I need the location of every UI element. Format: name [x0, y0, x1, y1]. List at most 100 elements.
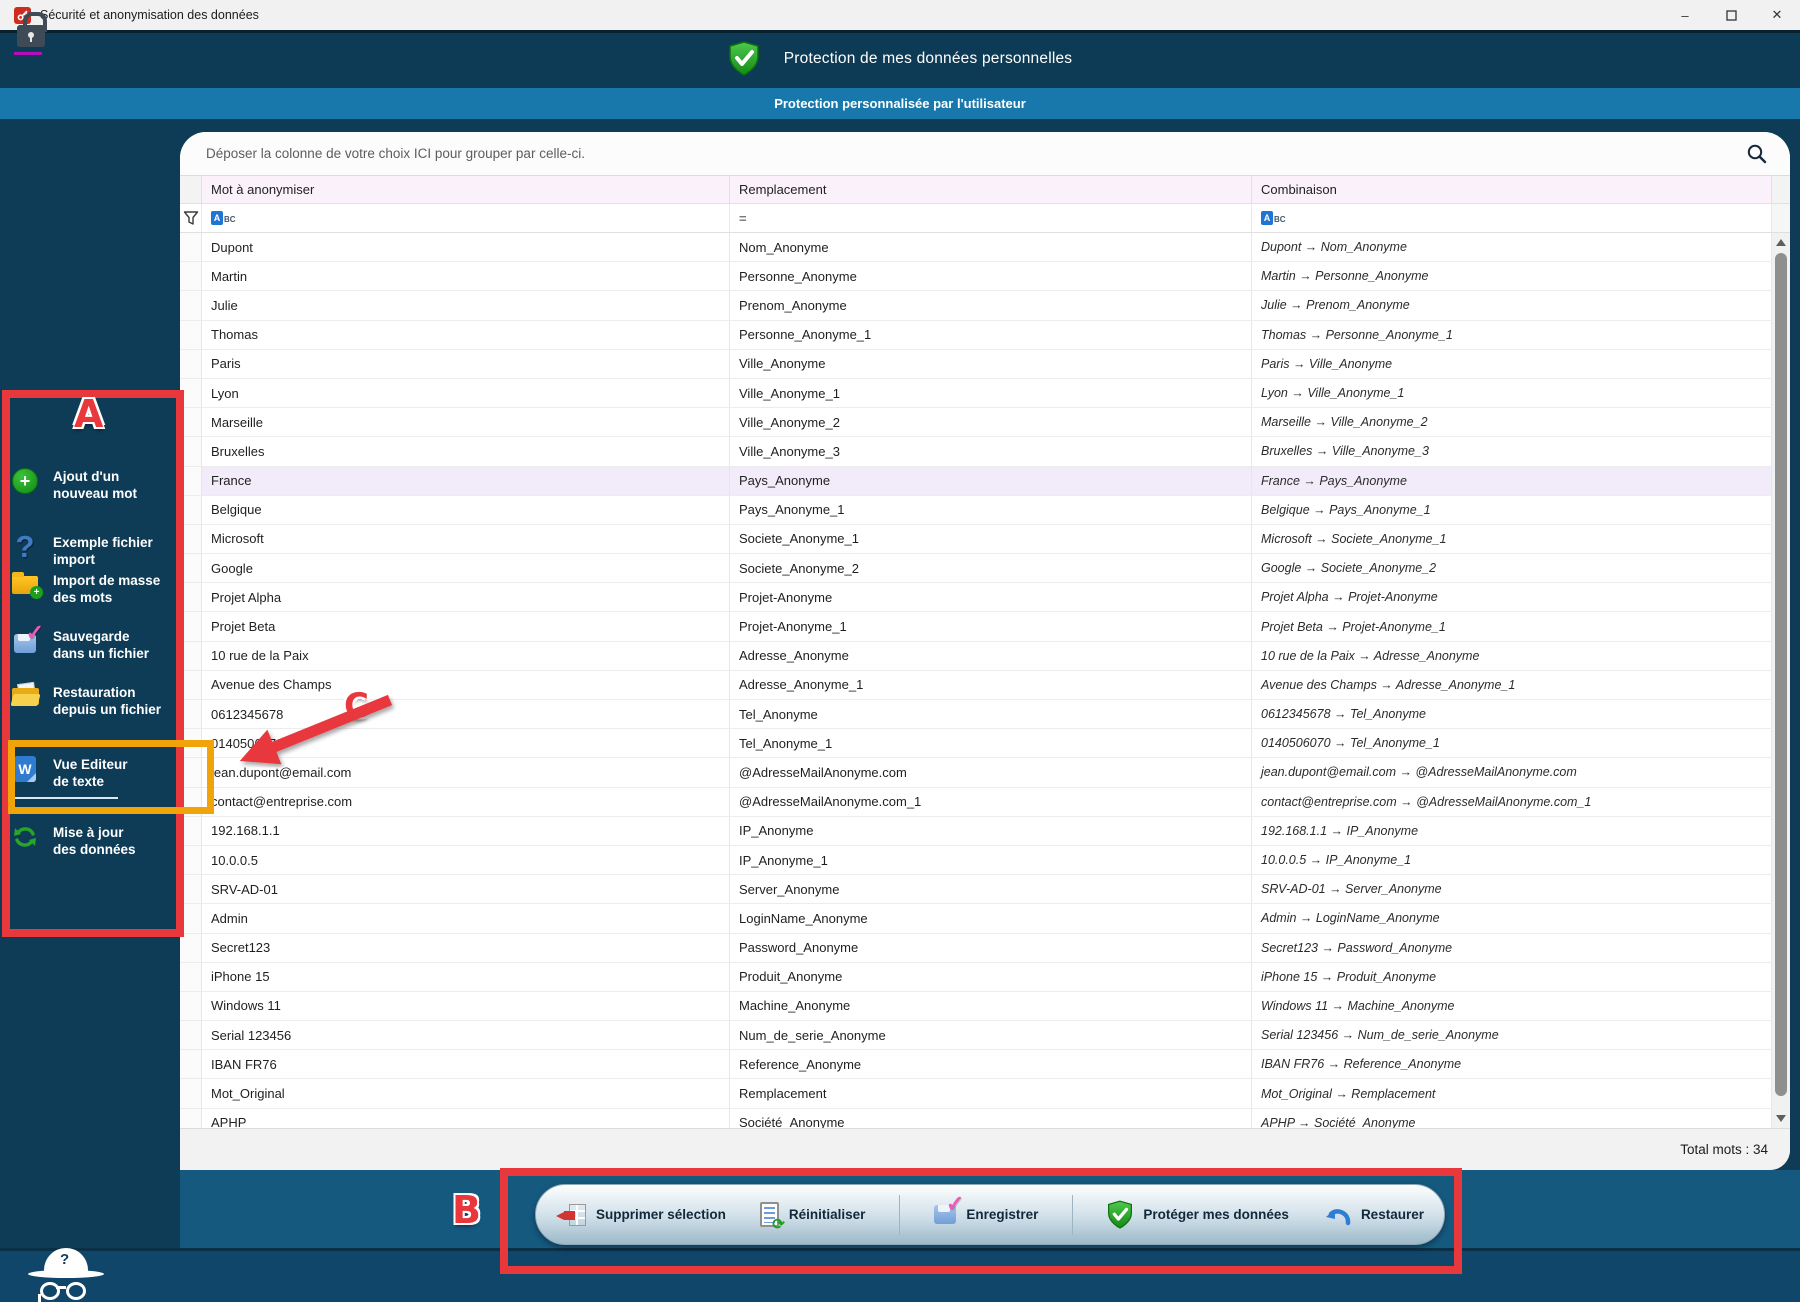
cell-combination[interactable]: Martin → Personne_Anonyme	[1252, 262, 1772, 291]
cell-replacement[interactable]: Remplacement	[730, 1079, 1252, 1108]
cell-word[interactable]: Bruxelles	[202, 437, 730, 466]
cell-replacement[interactable]: Personne_Anonyme_1	[730, 320, 1252, 349]
table-row[interactable]: Martin Personne_Anonyme Martin → Personn…	[180, 262, 1772, 292]
sidebar-item-restauration[interactable]: Restauration depuis un fichier	[10, 681, 178, 718]
table-row[interactable]: Julie Prenom_Anonyme Julie → Prenom_Anon…	[180, 291, 1772, 321]
cell-word[interactable]: Serial 123456	[202, 1021, 730, 1050]
cell-replacement[interactable]: Societe_Anonyme_2	[730, 554, 1252, 583]
cell-word[interactable]: Dupont	[202, 233, 730, 262]
table-row[interactable]: 10 rue de la Paix Adresse_Anonyme 10 rue…	[180, 641, 1772, 671]
delete-selection-button[interactable]: Supprimer sélection	[556, 1203, 726, 1226]
cell-combination[interactable]: IBAN FR76 → Reference_Anonyme	[1252, 1050, 1772, 1079]
table-row[interactable]: Microsoft Societe_Anonyme_1 Microsoft → …	[180, 524, 1772, 555]
scrollbar-thumb[interactable]	[1775, 253, 1787, 1096]
table-row[interactable]: jean.dupont@email.com @AdresseMailAnonym…	[180, 758, 1772, 788]
cell-combination[interactable]: Thomas → Personne_Anonyme_1	[1252, 320, 1772, 349]
cell-replacement[interactable]: @AdresseMailAnonyme.com	[730, 758, 1252, 787]
table-row[interactable]: Windows 11 Machine_Anonyme Windows 11 → …	[180, 991, 1772, 1022]
save-button[interactable]: ✓ Enregistrer	[934, 1191, 1038, 1224]
table-row[interactable]: Thomas Personne_Anonyme_1 Thomas → Perso…	[180, 320, 1772, 350]
cell-word[interactable]: Paris	[202, 349, 730, 378]
cell-combination[interactable]: 10 rue de la Paix → Adresse_Anonyme	[1252, 641, 1772, 670]
cell-word[interactable]: France	[202, 466, 730, 495]
table-row[interactable]: Projet Alpha Projet-Anonyme Projet Alpha…	[180, 583, 1772, 613]
reset-button[interactable]: ⟳ Réinitialiser	[759, 1202, 865, 1232]
sidebar-item-vue-editeur[interactable]: W Vue Editeur de texte	[10, 756, 178, 790]
cell-combination[interactable]: jean.dupont@email.com → @AdresseMailAnon…	[1252, 758, 1772, 787]
cell-combination[interactable]: Bruxelles → Ville_Anonyme_3	[1252, 437, 1772, 466]
cell-combination[interactable]: Google → Societe_Anonyme_2	[1252, 554, 1772, 583]
cell-replacement[interactable]: Ville_Anonyme	[730, 349, 1252, 378]
cell-combination[interactable]: France → Pays_Anonyme	[1252, 466, 1772, 495]
cell-replacement[interactable]: Password_Anonyme	[730, 933, 1252, 962]
table-row[interactable]: IBAN FR76 Reference_Anonyme IBAN FR76 → …	[180, 1050, 1772, 1080]
column-header-combinaison[interactable]: Combinaison	[1252, 176, 1772, 203]
cell-word[interactable]: Mot_Original	[202, 1079, 730, 1108]
cell-combination[interactable]: 192.168.1.1 → IP_Anonyme	[1252, 816, 1772, 845]
cell-replacement[interactable]: Ville_Anonyme_3	[730, 437, 1252, 466]
cell-replacement[interactable]: Projet-Anonyme	[730, 583, 1252, 612]
cell-combination[interactable]: Julie → Prenom_Anonyme	[1252, 291, 1772, 320]
cell-combination[interactable]: Admin → LoginName_Anonyme	[1252, 904, 1772, 933]
filter-funnel-icon[interactable]	[180, 204, 202, 232]
cell-word[interactable]: Martin	[202, 262, 730, 291]
cell-word[interactable]: iPhone 15	[202, 962, 730, 991]
cell-word[interactable]: 10 rue de la Paix	[202, 641, 730, 670]
table-row[interactable]: 0612345678 Tel_Anonyme 0612345678 → Tel_…	[180, 700, 1772, 730]
cell-combination[interactable]: 0612345678 → Tel_Anonyme	[1252, 700, 1772, 729]
cell-replacement[interactable]: Prenom_Anonyme	[730, 291, 1252, 320]
cell-combination[interactable]: contact@entreprise.com → @AdresseMailAno…	[1252, 787, 1772, 816]
table-row[interactable]: Avenue des Champs Adresse_Anonyme_1 Aven…	[180, 670, 1772, 700]
cell-combination[interactable]: Serial 123456 → Num_de_serie_Anonyme	[1252, 1021, 1772, 1050]
sidebar-item-sauvegarde[interactable]: ✓ Sauvegarde dans un fichier	[10, 620, 178, 662]
cell-combination[interactable]: SRV-AD-01 → Server_Anonyme	[1252, 875, 1772, 904]
cell-word[interactable]: contact@entreprise.com	[202, 787, 730, 816]
cell-replacement[interactable]: Machine_Anonyme	[730, 991, 1252, 1021]
table-row[interactable]: Marseille Ville_Anonyme_2 Marseille → Vi…	[180, 408, 1772, 438]
group-by-bar[interactable]: Déposer la colonne de votre choix ICI po…	[180, 132, 1790, 176]
sidebar-item-mise-a-jour[interactable]: Mise à jour des données	[10, 824, 178, 858]
cell-combination[interactable]: Projet Beta → Projet-Anonyme_1	[1252, 612, 1772, 641]
cell-combination[interactable]: Microsoft → Societe_Anonyme_1	[1252, 524, 1772, 554]
cell-replacement[interactable]: Adresse_Anonyme_1	[730, 670, 1252, 699]
table-row[interactable]: Paris Ville_Anonyme Paris → Ville_Anonym…	[180, 349, 1772, 379]
cell-replacement[interactable]: IP_Anonyme_1	[730, 845, 1252, 875]
table-row[interactable]: Dupont Nom_Anonyme Dupont → Nom_Anonyme	[180, 233, 1772, 263]
table-row[interactable]: France Pays_Anonyme France → Pays_Anonym…	[180, 466, 1772, 496]
cell-word[interactable]: Admin	[202, 904, 730, 933]
filter-cell-remplacement[interactable]: =	[730, 204, 1252, 232]
cell-replacement[interactable]: Nom_Anonyme	[730, 233, 1252, 262]
cell-combination[interactable]: Lyon → Ville_Anonyme_1	[1252, 378, 1772, 408]
cell-word[interactable]: Marseille	[202, 408, 730, 437]
sidebar-item-exemple-fichier[interactable]: ? Exemple fichier import	[10, 531, 178, 568]
cell-combination[interactable]: Windows 11 → Machine_Anonyme	[1252, 991, 1772, 1021]
cell-combination[interactable]: Paris → Ville_Anonyme	[1252, 349, 1772, 378]
filter-cell-mot[interactable]: A BC	[202, 204, 730, 232]
table-row[interactable]: Serial 123456 Num_de_serie_Anonyme Seria…	[180, 1021, 1772, 1051]
cell-word[interactable]: 10.0.0.5	[202, 845, 730, 875]
cell-combination[interactable]: Secret123 → Password_Anonyme	[1252, 933, 1772, 962]
filter-cell-combinaison[interactable]: A BC	[1252, 204, 1772, 232]
table-row[interactable]: contact@entreprise.com @AdresseMailAnony…	[180, 787, 1772, 817]
cell-replacement[interactable]: Reference_Anonyme	[730, 1050, 1252, 1079]
table-row[interactable]: Admin LoginName_Anonyme Admin → LoginNam…	[180, 904, 1772, 934]
column-header-mot[interactable]: Mot à anonymiser	[202, 176, 730, 203]
table-row[interactable]: Projet Beta Projet-Anonyme_1 Projet Beta…	[180, 612, 1772, 642]
cell-replacement[interactable]: Projet-Anonyme_1	[730, 612, 1252, 641]
cell-replacement[interactable]: Server_Anonyme	[730, 875, 1252, 904]
maximize-button[interactable]	[1708, 0, 1754, 30]
cell-word[interactable]: jean.dupont@email.com	[202, 758, 730, 787]
minimize-button[interactable]: –	[1662, 0, 1708, 30]
sidebar-item-ajout-mot[interactable]: W+ Ajout d'unnouveau mot	[10, 468, 178, 502]
cell-replacement[interactable]: Ville_Anonyme_2	[730, 408, 1252, 437]
table-row[interactable]: Lyon Ville_Anonyme_1 Lyon → Ville_Anonym…	[180, 378, 1772, 409]
cell-word[interactable]: Microsoft	[202, 524, 730, 554]
cell-word[interactable]: Projet Beta	[202, 612, 730, 641]
cell-replacement[interactable]: Tel_Anonyme_1	[730, 729, 1252, 758]
table-row[interactable]: 10.0.0.5 IP_Anonyme_1 10.0.0.5 → IP_Anon…	[180, 845, 1772, 876]
cell-replacement[interactable]: @AdresseMailAnonyme.com_1	[730, 787, 1252, 816]
cell-combination[interactable]: APHP → Société_Anonyme	[1252, 1108, 1772, 1128]
sidebar-item-import-masse[interactable]: + Import de masse des mots	[10, 572, 178, 606]
table-row[interactable]: Mot_Original Remplacement Mot_Original →…	[180, 1079, 1772, 1109]
cell-replacement[interactable]: IP_Anonyme	[730, 816, 1252, 845]
